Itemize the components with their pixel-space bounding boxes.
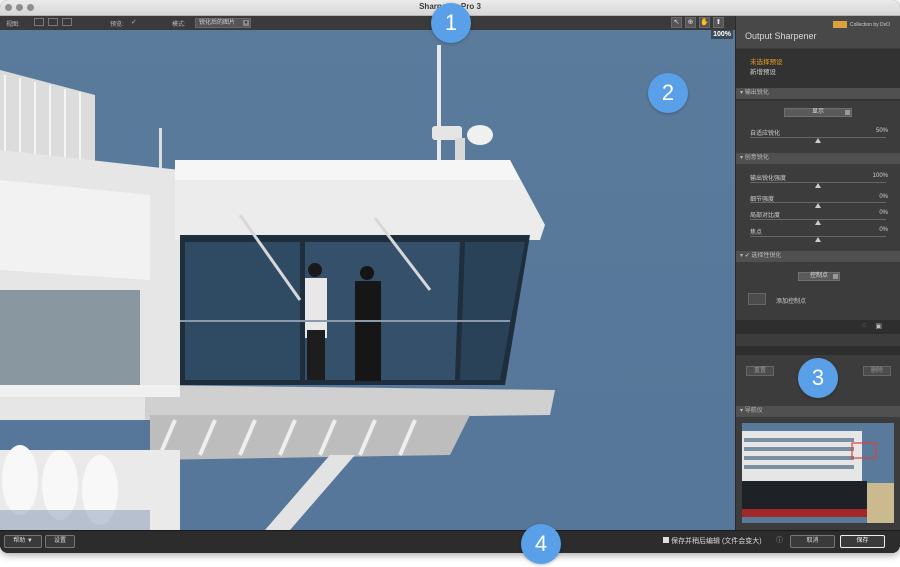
navigator-image [742, 423, 894, 523]
mode-label: 模式: [172, 22, 186, 28]
focus-label: 焦点 [750, 230, 763, 236]
local-contrast-value: 0% [879, 210, 888, 216]
selective-sharpen-title: 选择性锐化 [751, 253, 782, 259]
preset-unselected[interactable]: 未选择预设 [750, 56, 783, 66]
output-strength-thumb[interactable] [815, 183, 821, 188]
side-by-side-view-button[interactable] [62, 18, 72, 26]
control-point-select[interactable]: 控制点 [798, 272, 840, 281]
display-select[interactable]: 显示 [784, 108, 852, 117]
callout-4: 4 [521, 524, 561, 564]
display-select-value: 显示 [811, 109, 824, 115]
preview-label: 预览: [110, 22, 124, 28]
focus-value: 0% [879, 227, 888, 233]
selective-check[interactable]: ✓ [745, 253, 750, 259]
local-contrast-label: 局部对比度 [750, 213, 781, 219]
add-control-point-label: 添加控制点 [776, 299, 807, 305]
callout-1: 1 [431, 3, 471, 43]
chevron-down-icon: ▾ [243, 20, 249, 26]
cancel-button[interactable]: 取消 [790, 535, 835, 548]
ship-bridge-photo [0, 30, 735, 530]
zoom-in-icon[interactable]: ⊕ [685, 17, 696, 28]
delete-button[interactable]: 删除 [863, 366, 891, 376]
hand-icon[interactable]: ✋ [699, 17, 710, 28]
panel-header: Collection by DxO Output Sharpener [736, 16, 900, 48]
info-icon[interactable]: ⓘ [776, 535, 783, 545]
image-preview[interactable]: 100% [0, 30, 735, 530]
creative-sharpen-section[interactable]: ▾ 创意锐化 [736, 153, 900, 164]
creative-sharpen-title: 创意锐化 [744, 155, 769, 161]
brand-text: Collection by DxO [850, 22, 891, 28]
structure-thumb[interactable] [815, 203, 821, 208]
split-view-button[interactable] [48, 18, 58, 26]
view-label: 视图: [6, 22, 20, 28]
help-button[interactable]: 帮助 ▼ [4, 535, 42, 548]
adaptive-sharpen-thumb[interactable] [815, 138, 821, 143]
mode-select-value: 锐化后的图片 [199, 20, 236, 26]
save-edit-label: 保存并稍后编辑 (文件会变大) [671, 538, 762, 545]
picker-icon[interactable]: ⬆ [713, 17, 724, 28]
navigator-thumbnail[interactable] [742, 423, 894, 523]
navigator-title: 导航仪 [744, 408, 763, 414]
focus-thumb[interactable] [815, 237, 821, 242]
adaptive-sharpen-label: 自适应锐化 [750, 131, 781, 137]
single-view-button[interactable] [34, 18, 44, 26]
output-strength-value: 100% [872, 173, 888, 179]
callout-2: 2 [648, 73, 688, 113]
output-strength-label: 输出锐化强度 [750, 176, 787, 182]
output-sharpen-section[interactable]: ▾ 输出锐化 [736, 88, 900, 99]
save-edit-checkbox[interactable] [663, 537, 669, 543]
panel-divider [736, 346, 900, 355]
output-sharpener-panel: Collection by DxO Output Sharpener 未选择预设… [736, 16, 900, 530]
output-sharpen-title: 输出锐化 [744, 90, 769, 96]
preview-checkbox[interactable]: ✓ [131, 18, 137, 26]
show-mask-icon[interactable]: ▣ [875, 322, 882, 330]
save-button[interactable]: 保存 [840, 535, 885, 548]
navigator-section[interactable]: ▾ 导航仪 [736, 406, 900, 417]
control-point-select-value: 控制点 [809, 273, 828, 279]
panel-title: Output Sharpener [745, 31, 817, 41]
add-control-point-button[interactable] [748, 293, 766, 305]
selective-sharpen-section[interactable]: ▾ ✓ 选择性锐化 [736, 251, 900, 262]
bottom-bar: 帮助 ▼ 设置 保存并稍后编辑 (文件会变大) ⓘ 取消 保存 [0, 530, 900, 553]
reset-button[interactable]: 重置 [746, 366, 774, 376]
adaptive-sharpen-value: 50% [875, 128, 888, 134]
structure-value: 0% [879, 194, 888, 200]
settings-button[interactable]: 设置 [45, 535, 75, 548]
reset-point-icon[interactable]: ◌ [862, 322, 866, 329]
nik-logo [833, 21, 847, 28]
zoom-fit-icon[interactable]: ↖ [671, 17, 682, 28]
chevron-down-icon [845, 110, 850, 115]
top-toolbar: 视图: 预览: ✓ 模式: 锐化后的图片 ▾ ↖ ⊕ ✋ ⬆ [0, 16, 735, 30]
preset-new[interactable]: 新增预设 [750, 66, 776, 76]
mode-select[interactable]: 锐化后的图片 ▾ [195, 18, 251, 28]
app-window: Sharpener Pro 3 视图: 预览: ✓ 模式: 锐化后的图片 ▾ ↖… [0, 0, 900, 553]
control-point-list: ◌ ▣ [736, 320, 900, 334]
zoom-level-indicator: 100% [711, 30, 733, 39]
local-contrast-thumb[interactable] [815, 220, 821, 225]
callout-3: 3 [798, 358, 838, 398]
chevron-down-icon [833, 274, 838, 279]
